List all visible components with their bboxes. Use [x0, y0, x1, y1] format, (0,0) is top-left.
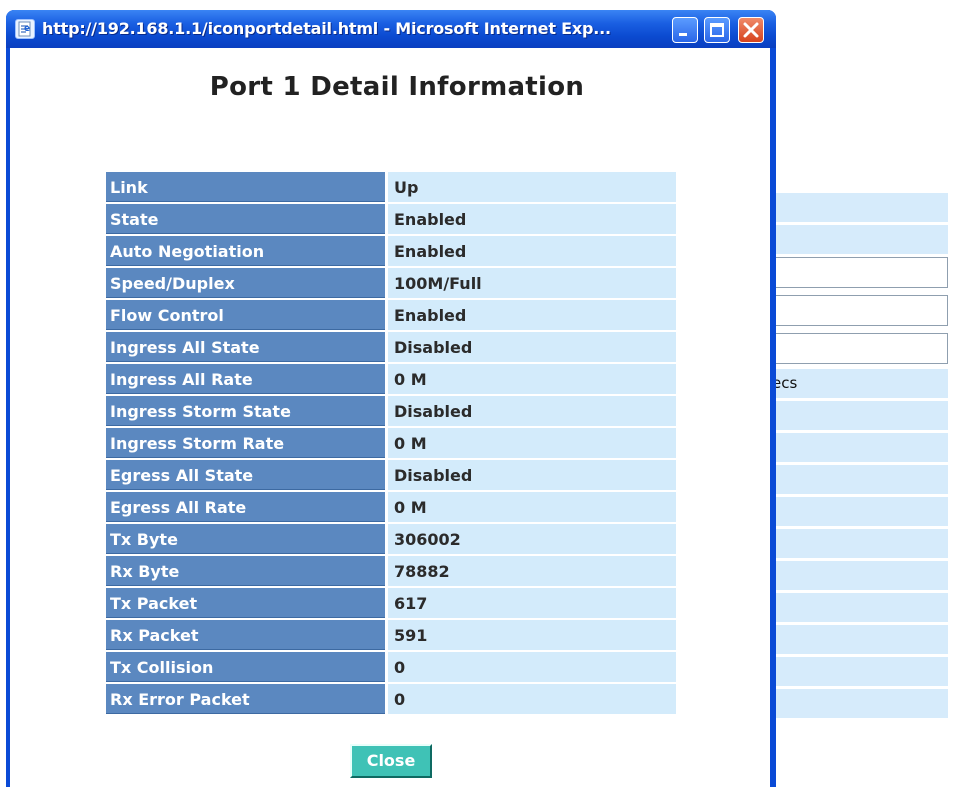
field-value: Disabled: [388, 396, 676, 426]
background-input[interactable]: [770, 295, 948, 326]
close-button[interactable]: Close: [350, 744, 432, 778]
field-value: 0: [388, 684, 676, 714]
table-row: Ingress Storm State Disabled: [106, 396, 676, 426]
field-value: 100M/Full: [388, 268, 676, 298]
table-row: Link Up: [106, 172, 676, 202]
background-row: ecs: [770, 369, 948, 398]
field-value: Enabled: [388, 204, 676, 234]
table-row: Ingress All State Disabled: [106, 332, 676, 362]
table-row: Rx Byte 78882: [106, 556, 676, 586]
background-input[interactable]: [770, 257, 948, 288]
maximize-icon: [710, 23, 724, 37]
background-row: [770, 193, 948, 222]
table-row: State Enabled: [106, 204, 676, 234]
field-label: Rx Error Packet: [106, 684, 388, 714]
field-label: Egress All Rate: [106, 492, 388, 522]
close-icon: [743, 22, 759, 38]
table-row: Egress All Rate 0 M: [106, 492, 676, 522]
background-row: [770, 465, 948, 494]
table-row: Egress All State Disabled: [106, 460, 676, 490]
field-value: 0 M: [388, 364, 676, 394]
table-row: Rx Error Packet 0: [106, 684, 676, 714]
table-row: Tx Byte 306002: [106, 524, 676, 554]
background-row: [770, 225, 948, 254]
field-value: Disabled: [388, 332, 676, 362]
maximize-button[interactable]: [704, 17, 730, 43]
table-row: Ingress All Rate 0 M: [106, 364, 676, 394]
title-bar[interactable]: e http://192.168.1.1/iconportdetail.html…: [6, 10, 776, 48]
field-value: 0: [388, 652, 676, 682]
background-row: [770, 497, 948, 526]
window-title: http://192.168.1.1/iconportdetail.html -…: [42, 19, 611, 38]
table-row: Ingress Storm Rate 0 M: [106, 428, 676, 458]
field-label: Rx Byte: [106, 556, 388, 586]
background-input[interactable]: [770, 333, 948, 364]
field-label: Rx Packet: [106, 620, 388, 650]
field-value: 617: [388, 588, 676, 618]
background-row: [770, 657, 948, 686]
field-label: Link: [106, 172, 388, 202]
port-detail-rows: Link Up State Enabled Auto Negotiation Enable…: [106, 172, 676, 714]
field-label: Tx Collision: [106, 652, 388, 682]
close-window-button[interactable]: [738, 17, 764, 43]
table-row: Speed/Duplex 100M/Full: [106, 268, 676, 298]
table-row: Flow Control Enabled: [106, 300, 676, 330]
page-title: Port 1 Detail Information: [209, 72, 585, 102]
field-label: Egress All State: [106, 460, 388, 490]
background-row: [770, 561, 948, 590]
popup-content: Port 1 Detail Information Link Up State Ena…: [10, 48, 770, 787]
background-row: [770, 625, 948, 654]
background-row: [770, 689, 948, 718]
field-label: Auto Negotiation: [106, 236, 388, 266]
table-row: Rx Packet 591: [106, 620, 676, 650]
popup-window: e http://192.168.1.1/iconportdetail.html…: [6, 10, 776, 787]
port-detail-table: Link Up State Enabled Auto Negotiation Enable…: [106, 170, 676, 716]
minimize-button[interactable]: [672, 17, 698, 43]
field-value: Up: [388, 172, 676, 202]
background-row: [770, 433, 948, 462]
field-label: Tx Packet: [106, 588, 388, 618]
table-row: Tx Packet 617: [106, 588, 676, 618]
field-value: Enabled: [388, 236, 676, 266]
background-row: [770, 529, 948, 558]
field-value: 591: [388, 620, 676, 650]
field-value: Disabled: [388, 460, 676, 490]
background-row: [770, 401, 948, 430]
minimize-icon: [679, 33, 687, 36]
field-label: Tx Byte: [106, 524, 388, 554]
field-value: 306002: [388, 524, 676, 554]
background-row: [770, 593, 948, 622]
field-value: Enabled: [388, 300, 676, 330]
field-value: 0 M: [388, 428, 676, 458]
field-value: 0 M: [388, 492, 676, 522]
field-label: Ingress Storm Rate: [106, 428, 388, 458]
field-label: State: [106, 204, 388, 234]
field-label: Flow Control: [106, 300, 388, 330]
field-label: Ingress All State: [106, 332, 388, 362]
field-value: 78882: [388, 556, 676, 586]
field-label: Speed/Duplex: [106, 268, 388, 298]
field-label: Ingress Storm State: [106, 396, 388, 426]
ie-page-icon: e: [15, 19, 35, 39]
field-label: Ingress All Rate: [106, 364, 388, 394]
screen: ecs e http://192.168.1.1/iconportdetail.…: [0, 0, 966, 787]
svg-text:e: e: [24, 24, 30, 34]
table-row: Tx Collision 0: [106, 652, 676, 682]
table-row: Auto Negotiation Enabled: [106, 236, 676, 266]
